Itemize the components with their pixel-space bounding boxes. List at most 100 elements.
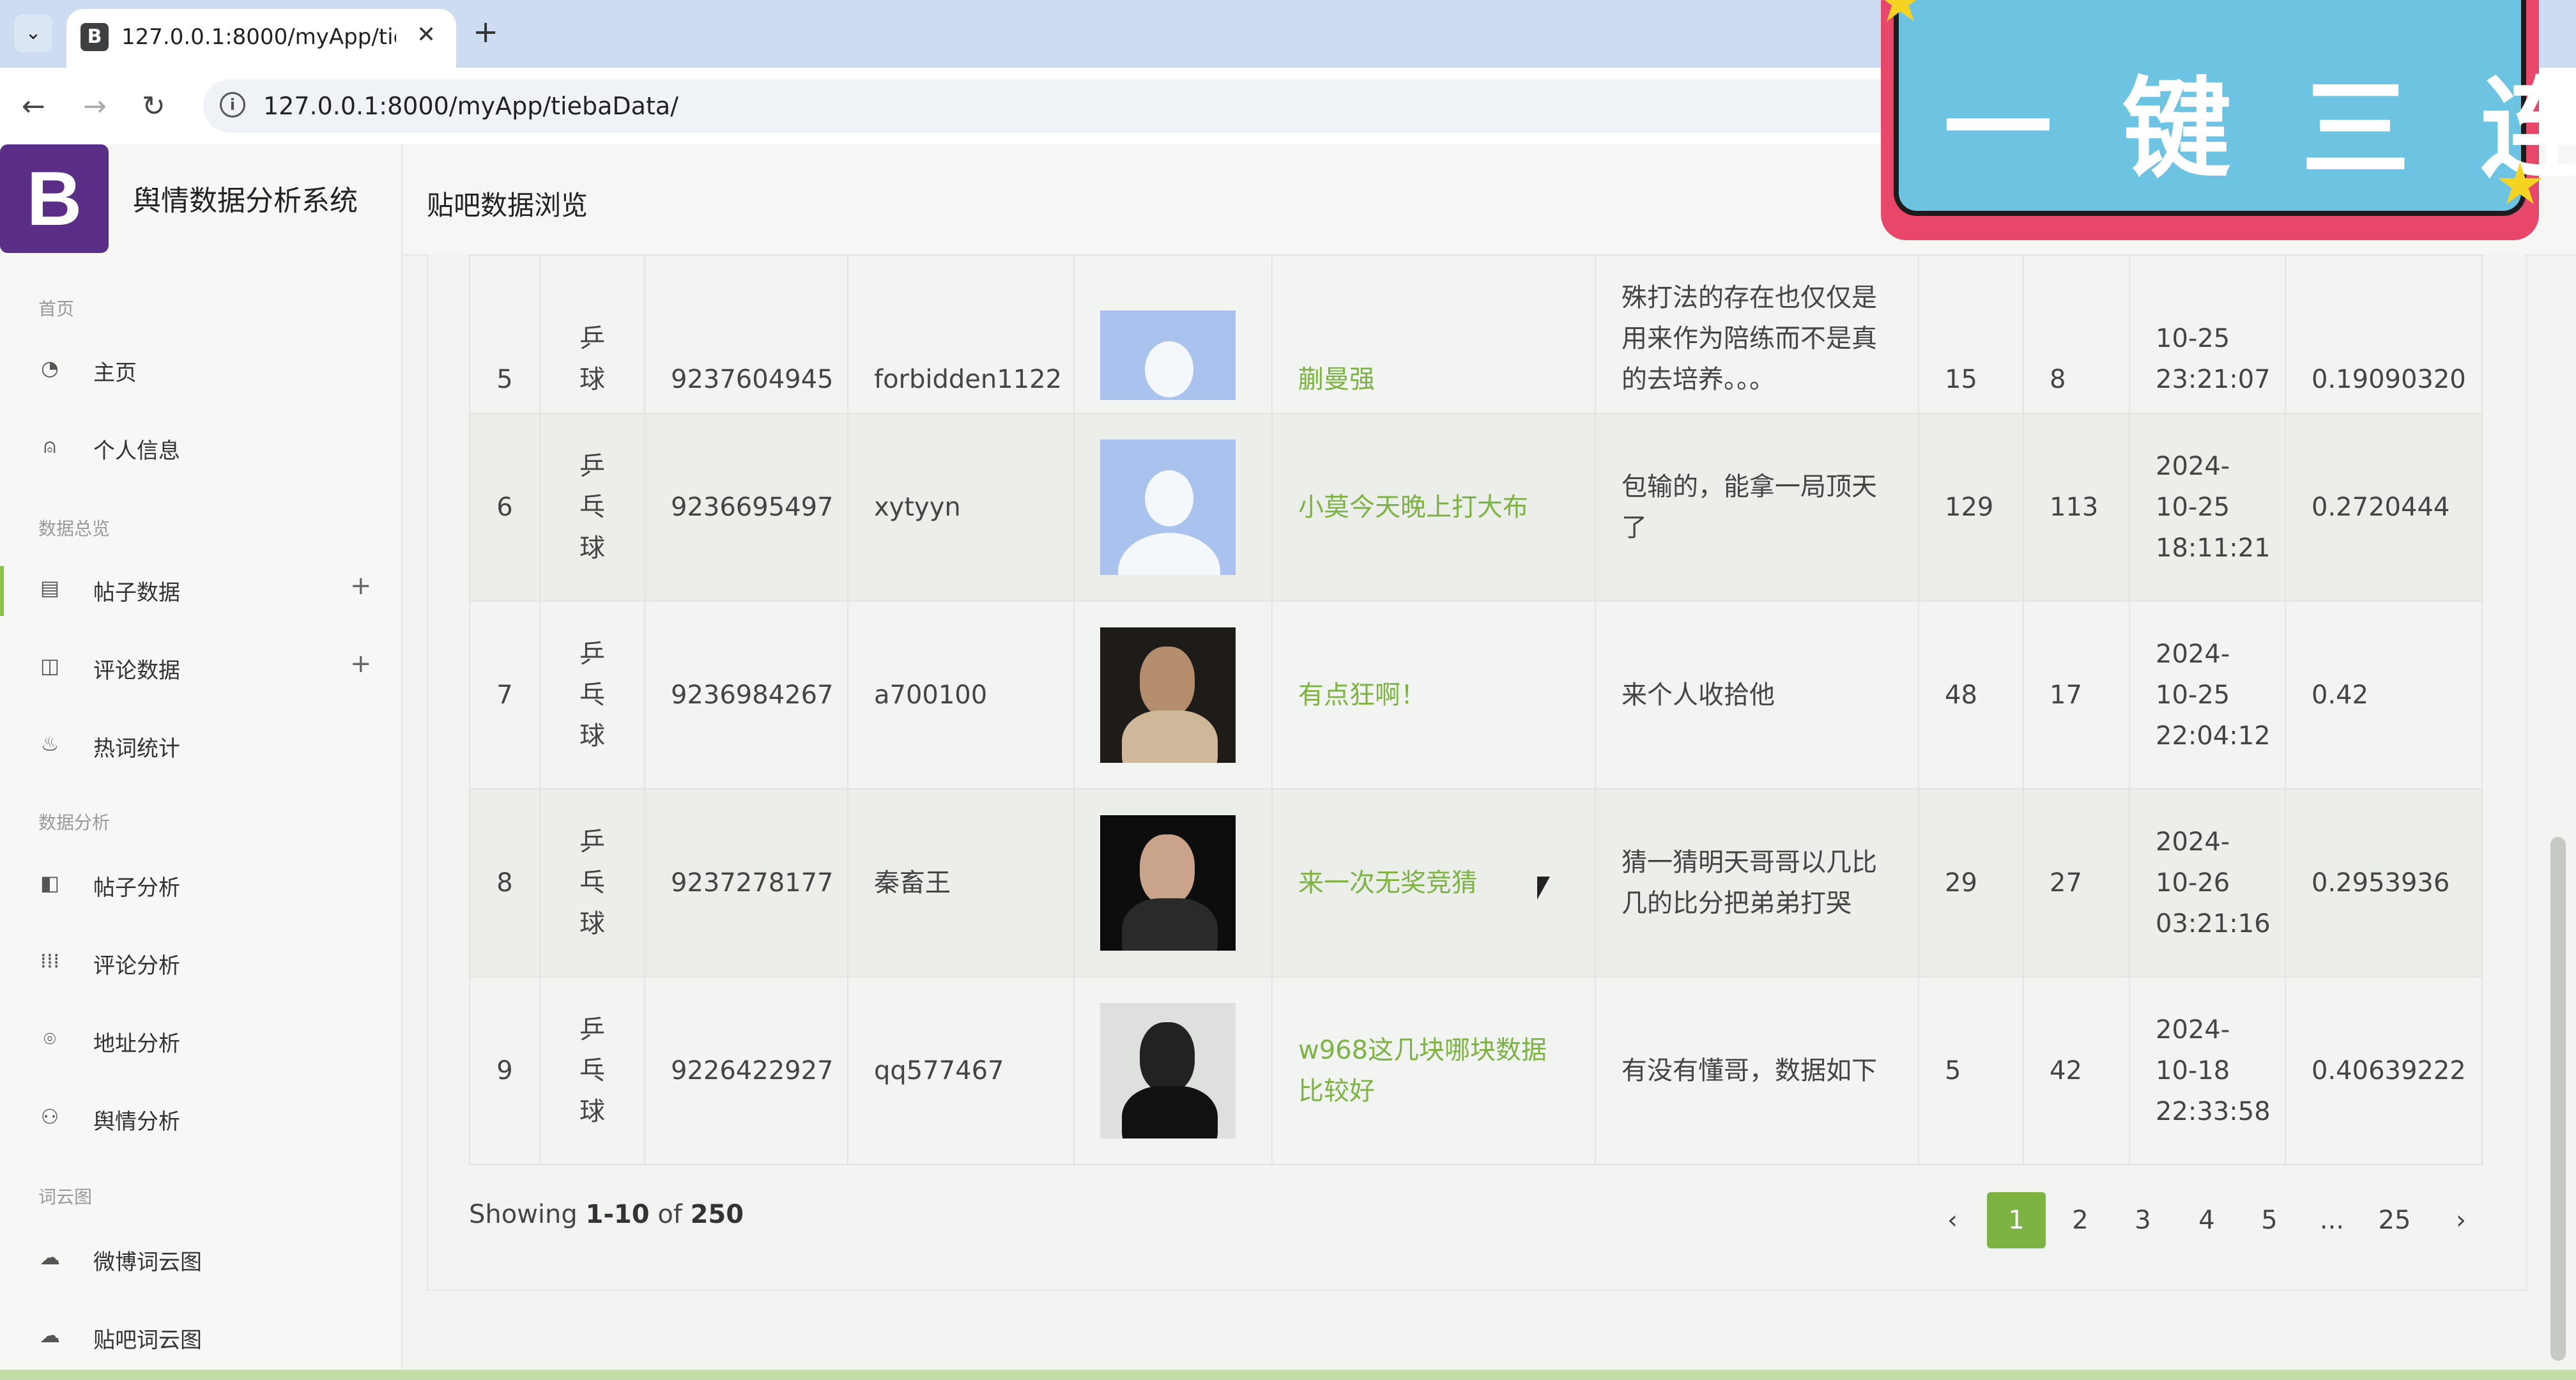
close-tab-icon[interactable]: ✕ (417, 22, 436, 48)
next-page-icon[interactable]: › (2432, 1192, 2490, 1248)
sidebar-section-wordcloud: 词云图 (38, 1186, 93, 1208)
showing-prefix: Showing (469, 1200, 586, 1229)
scrollbar[interactable] (2550, 837, 2566, 1361)
cell-count2: 113 (2023, 413, 2130, 602)
flame-icon: ♨ (40, 732, 59, 756)
cell-count2: 42 (2023, 976, 2130, 1165)
cloud-download-icon: ☁ (40, 1323, 60, 1347)
sidebar-item-post-data[interactable]: ▤ 帖子数据 + (0, 561, 401, 618)
brand-name: 舆情数据分析系统 (133, 185, 358, 217)
cell-index: 5 (469, 254, 540, 414)
tieba-data-table: 5 乒 球 9237604945 forbidden1122 蒯曼强 殊打法的存… (469, 254, 2483, 1165)
showing-of: of (649, 1200, 691, 1229)
cell-content: 有没有懂哥，数据如下 (1595, 976, 1919, 1165)
sidebar-item-label: 评论数据 (93, 658, 180, 684)
page-link-3[interactable]: 3 (2113, 1192, 2172, 1248)
post-title-link[interactable]: 小莫今天晚上打大布 (1298, 493, 1528, 522)
cell-index: 7 (469, 601, 540, 790)
page-link-4[interactable]: 4 (2177, 1192, 2236, 1248)
cell-time: 2024- 10-25 22:04:12 (2129, 601, 2286, 790)
tab-list-chevron-icon[interactable]: ⌄ (14, 14, 52, 52)
cell-content: 来个人收拾他 (1595, 601, 1919, 790)
cell-forum: 乒 乓 球 (539, 413, 645, 602)
expand-plus-icon[interactable]: + (350, 649, 372, 678)
new-tab-icon[interactable]: + (473, 14, 498, 50)
cell-content: 殊打法的存在也仅仅是用来作为陪练而不是真的去培养。。。 (1595, 254, 1919, 414)
cell-score: 0.19090320 (2285, 254, 2483, 414)
page-link-5[interactable]: 5 (2240, 1192, 2299, 1248)
cell-content: 猜一猜明天哥哥以几比几的比分把弟弟打哭 (1595, 788, 1919, 977)
sidebar-item-label: 评论分析 (93, 953, 180, 979)
table-row[interactable]: 7 乒 乓 球 9236984267 a700100 有点狂啊！ 来个人收拾他 … (469, 601, 2483, 790)
cell-avatar (1073, 601, 1273, 790)
cell-user: forbidden1122 (847, 254, 1075, 414)
post-title-link[interactable]: 有点狂啊！ (1298, 680, 1426, 710)
sidebar-item-profile[interactable]: ⍝ 个人信息 (0, 419, 401, 477)
page-link-25[interactable]: 25 (2365, 1192, 2424, 1248)
cell-user: xytyyn (847, 413, 1075, 602)
cell-time: 10-25 23:21:07 (2129, 254, 2286, 414)
cell-content: 包输的，能拿一局顶天了 (1595, 413, 1919, 602)
cell-time: 2024- 10-18 22:33:58 (2129, 976, 2286, 1165)
page-link-2[interactable]: 2 (2051, 1192, 2110, 1248)
cell-uid: 9237278177 (644, 788, 848, 977)
forward-icon[interactable]: → (83, 91, 107, 123)
avatar (1100, 310, 1236, 400)
sidebar-item-tieba-wordcloud[interactable]: ☁ 贴吧词云图 (0, 1308, 401, 1366)
cell-count1: 5 (1918, 976, 2024, 1165)
cell-forum: 乒 乓 球 (539, 976, 645, 1165)
sidebar-item-home[interactable]: ◔ 主页 (0, 341, 401, 399)
brand-logo[interactable]: B (0, 144, 109, 253)
page-ellipsis: ... (2319, 1206, 2345, 1235)
post-title-link[interactable]: 蒯曼强 (1298, 365, 1375, 394)
cell-title: 有点狂啊！ (1271, 601, 1596, 790)
back-icon[interactable]: ← (22, 91, 45, 123)
table-row[interactable]: 6 乒 乓 球 9236695497 xytyyn 小莫今天晚上打大布 包输的，… (469, 413, 2483, 602)
cell-avatar (1073, 976, 1273, 1165)
sidebar-item-hotwords[interactable]: ♨ 热词统计 (0, 717, 401, 774)
sidebar-item-weibo-wordcloud[interactable]: ☁ 微博词云图 (0, 1230, 401, 1288)
pagination-summary: Showing 1-10 of 250 (469, 1200, 744, 1229)
post-title-link[interactable]: w968这几块哪块数据比较好 (1298, 1036, 1547, 1106)
cell-user: qq577467 (847, 976, 1075, 1165)
cell-count2: 8 (2023, 254, 2130, 414)
cell-time: 2024- 10-26 03:21:16 (2129, 788, 2286, 977)
sidebar-section-analysis: 数据分析 (38, 812, 111, 833)
sidebar: B 舆情数据分析系统 首页 ◔ 主页 ⍝ 个人信息 数据总览 ▤ 帖子数据 + … (0, 144, 402, 1370)
sidebar-section-overview: 数据总览 (38, 518, 111, 539)
sidebar-item-label: 微博词云图 (93, 1250, 202, 1275)
cell-uid: 9236984267 (644, 601, 848, 790)
sidebar-item-label: 热词统计 (93, 736, 180, 762)
favicon-icon: B (80, 23, 109, 51)
expand-plus-icon[interactable]: + (350, 571, 372, 601)
cell-count1: 15 (1918, 254, 2024, 414)
reload-icon[interactable]: ↻ (142, 91, 165, 123)
cell-score: 0.2720444 (2285, 413, 2483, 602)
sidebar-item-address-analysis[interactable]: ⌾ 地址分析 (0, 1012, 401, 1070)
post-title-link[interactable]: 来一次无奖竞猜 (1298, 868, 1477, 898)
cell-count1: 29 (1918, 788, 2024, 977)
page-link-1[interactable]: 1 (1987, 1192, 2046, 1248)
page-title: 贴吧数据浏览 (427, 190, 588, 221)
cell-forum: 乒 球 (539, 254, 645, 414)
prev-page-icon[interactable]: ‹ (1923, 1192, 1982, 1248)
browser-tab[interactable]: B 127.0.0.1:8000/myApp/tiebaD ✕ (66, 9, 456, 68)
cell-score: 0.42 (2285, 601, 2483, 790)
sidebar-item-sentiment-analysis[interactable]: ⚇ 舆情分析 (0, 1090, 401, 1147)
cell-index: 8 (469, 788, 540, 977)
sidebar-item-post-analysis[interactable]: ◧ 帖子分析 (0, 856, 401, 914)
cell-avatar (1073, 788, 1273, 977)
book-icon: ◫ (40, 654, 60, 678)
sidebar-item-comment-analysis[interactable]: ⁞⁞⁞ 评论分析 (0, 934, 401, 992)
avatar (1100, 815, 1236, 951)
user-icon: ⍝ (43, 434, 56, 458)
table-row[interactable]: 8 乒 乓 球 9237278177 秦畜王 来一次无奖竞猜 猜一猜明天哥哥以几… (469, 788, 2483, 977)
cell-uid: 9237604945 (644, 254, 848, 414)
cell-count2: 17 (2023, 601, 2130, 790)
sidebar-item-comment-data[interactable]: ◫ 评论数据 + (0, 639, 401, 696)
table-row[interactable]: 9 乒 乓 球 9226422927 qq577467 w968这几块哪块数据比… (469, 976, 2483, 1165)
site-info-icon[interactable]: i (220, 92, 245, 118)
cell-uid: 9226422927 (644, 976, 848, 1165)
table-row[interactable]: 5 乒 球 9237604945 forbidden1122 蒯曼强 殊打法的存… (469, 254, 2483, 414)
banner-text: 一键三连 (1943, 66, 2576, 193)
